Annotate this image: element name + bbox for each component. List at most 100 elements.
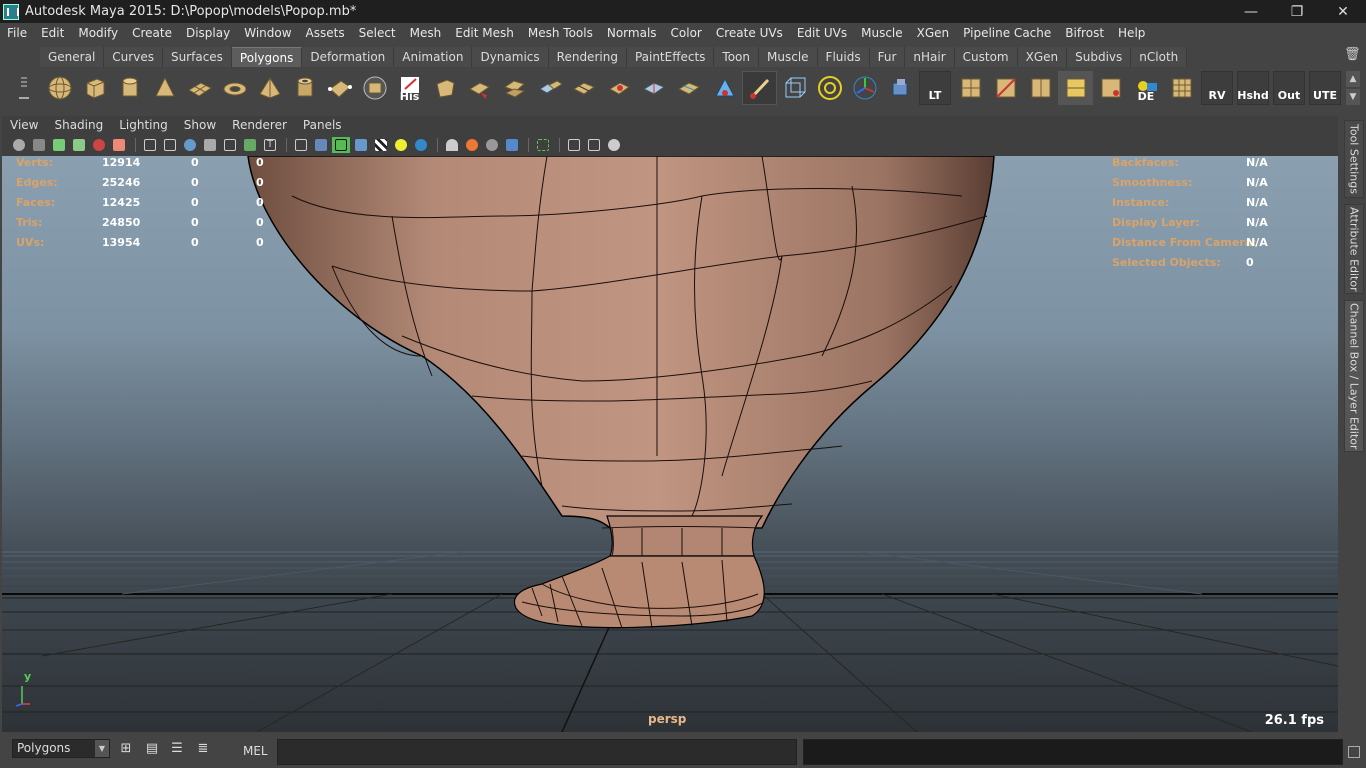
isolate-select-icon[interactable]: [534, 137, 552, 153]
xray-components-icon[interactable]: [605, 137, 623, 153]
uv-unfold-icon[interactable]: [1058, 71, 1093, 105]
ambient-occlusion-icon[interactable]: [463, 137, 481, 153]
shadows-icon[interactable]: [443, 137, 461, 153]
script-editor-icon[interactable]: ▤: [142, 739, 162, 759]
default-lighting-icon[interactable]: [392, 137, 410, 153]
menu-bifrost[interactable]: Bifrost: [1058, 23, 1111, 43]
poly-torus-icon[interactable]: [217, 71, 252, 105]
shelf-tab-polygons[interactable]: Polygons: [231, 47, 303, 67]
shelf-tab-muscle[interactable]: Muscle: [759, 47, 818, 67]
mel-language-toggle[interactable]: MEL: [243, 744, 268, 758]
minimize-button[interactable]: —: [1228, 0, 1274, 23]
shelf-tab-xgen[interactable]: XGen: [1017, 47, 1068, 67]
menu-create[interactable]: Create: [125, 23, 179, 43]
shelf-tab-custom[interactable]: Custom: [954, 47, 1018, 67]
menu-mesh-tools[interactable]: Mesh Tools: [521, 23, 600, 43]
panel-menu-shading[interactable]: Shading: [46, 116, 111, 135]
poly-sphere-icon[interactable]: [42, 71, 77, 105]
select-camera-icon[interactable]: [10, 137, 28, 153]
wireframe-cube-icon[interactable]: [777, 71, 812, 105]
paint-tool-icon[interactable]: [742, 71, 777, 105]
uv-cut-icon[interactable]: [988, 71, 1023, 105]
shelf-tab-toon[interactable]: Toon: [714, 47, 760, 67]
poly-pipe-icon[interactable]: [287, 71, 322, 105]
merge-icon[interactable]: [602, 71, 637, 105]
shelf-tab-ncloth[interactable]: nCloth: [1131, 47, 1188, 67]
menu-mesh[interactable]: Mesh: [403, 23, 449, 43]
menu-assets[interactable]: Assets: [299, 23, 352, 43]
shelf-tab-subdivs[interactable]: Subdivs: [1067, 47, 1132, 67]
textured-icon[interactable]: [352, 137, 370, 153]
camera-attributes-icon[interactable]: [30, 137, 48, 153]
checker-icon[interactable]: [372, 137, 390, 153]
hypershade-icon[interactable]: ≣: [193, 739, 213, 759]
menu-edit-uvs[interactable]: Edit UVs: [790, 23, 854, 43]
outliner-icon[interactable]: ☰: [167, 739, 187, 759]
menu-help[interactable]: Help: [1111, 23, 1152, 43]
wireframe-icon[interactable]: [292, 137, 310, 153]
menu-xgen[interactable]: XGen: [910, 23, 957, 43]
shelf-tab-fluids[interactable]: Fluids: [817, 47, 870, 67]
shelf-tab-animation[interactable]: Animation: [394, 47, 473, 67]
wireframe-on-shaded-icon[interactable]: [332, 137, 350, 153]
uv-sew-icon[interactable]: [1023, 71, 1058, 105]
shelf-tab-fur[interactable]: Fur: [869, 47, 906, 67]
panel-menu-panels[interactable]: Panels: [295, 116, 350, 135]
poly-cone-icon[interactable]: [147, 71, 182, 105]
panel-menu-renderer[interactable]: Renderer: [224, 116, 295, 135]
all-lights-icon[interactable]: [412, 137, 430, 153]
snap-together-icon[interactable]: ⊞: [116, 739, 136, 759]
extrude-icon[interactable]: [462, 71, 497, 105]
shelf-tab-nhair[interactable]: nHair: [905, 47, 955, 67]
shelf-tab-deformation[interactable]: Deformation: [302, 47, 395, 67]
menu-set-select[interactable]: Polygons ▼: [12, 739, 110, 758]
panel-menu-show[interactable]: Show: [176, 116, 224, 135]
uv-grid-icon[interactable]: [1164, 71, 1199, 105]
shelf-button-hshd[interactable]: Hshd: [1237, 71, 1269, 105]
shelf-button-ute[interactable]: UTE: [1309, 71, 1341, 105]
split-polygon-icon[interactable]: [567, 71, 602, 105]
shelf-grip-handle[interactable]: [12, 47, 36, 109]
shelf-tab-rendering[interactable]: Rendering: [548, 47, 627, 67]
delete-edge-icon[interactable]: [672, 71, 707, 105]
soften-harden-icon[interactable]: [707, 71, 742, 105]
field-chart-icon[interactable]: [221, 137, 239, 153]
xray-joints-icon[interactable]: [585, 137, 603, 153]
film-gate-icon[interactable]: [161, 137, 179, 153]
maximize-button[interactable]: ❐: [1274, 0, 1320, 23]
trash-icon[interactable]: 🗑: [1344, 47, 1361, 63]
shelf-tab-curves[interactable]: Curves: [104, 47, 163, 67]
transfer-attributes-icon[interactable]: [882, 71, 917, 105]
menu-normals[interactable]: Normals: [600, 23, 664, 43]
mel-command-input[interactable]: [277, 739, 797, 765]
menu-pipeline-cache[interactable]: Pipeline Cache: [956, 23, 1058, 43]
safe-title-icon[interactable]: T: [261, 137, 279, 153]
poly-plane-icon[interactable]: [182, 71, 217, 105]
image-plane-icon[interactable]: [70, 137, 88, 153]
3d-viewport[interactable]: Verts: 12914 0 0 Edges: 25246 0 0 Faces:…: [2, 156, 1338, 732]
poly-cube-icon[interactable]: [77, 71, 112, 105]
shelf-tab-surfaces[interactable]: Surfaces: [162, 47, 232, 67]
panel-menu-view[interactable]: View: [2, 116, 46, 135]
shelf-button-out[interactable]: Out: [1273, 71, 1305, 105]
menu-color[interactable]: Color: [664, 23, 709, 43]
insert-edge-loop-icon[interactable]: [637, 71, 672, 105]
poly-cylinder-icon[interactable]: [112, 71, 147, 105]
safe-action-icon[interactable]: [241, 137, 259, 153]
menu-edit-mesh[interactable]: Edit Mesh: [448, 23, 521, 43]
grid-toggle-icon[interactable]: [141, 137, 159, 153]
uv-manipulator-icon[interactable]: [847, 71, 882, 105]
combine-icon[interactable]: [357, 71, 392, 105]
poly-pyramid-icon[interactable]: [252, 71, 287, 105]
shelf-button-de[interactable]: DE: [1130, 71, 1162, 105]
create-polygon-tool-icon[interactable]: [322, 71, 357, 105]
shelf-button-lt[interactable]: LT: [919, 71, 951, 105]
motion-blur-icon[interactable]: [483, 137, 501, 153]
pencil-icon[interactable]: [110, 137, 128, 153]
bevel-icon[interactable]: [427, 71, 462, 105]
history-his-icon[interactable]: His: [392, 71, 427, 105]
tab-channel-box-layer-editor[interactable]: Channel Box / Layer Editor: [1344, 300, 1364, 452]
resolution-gate-icon[interactable]: [181, 137, 199, 153]
shelf-tab-dynamics[interactable]: Dynamics: [472, 47, 549, 67]
panel-menu-lighting[interactable]: Lighting: [111, 116, 176, 135]
